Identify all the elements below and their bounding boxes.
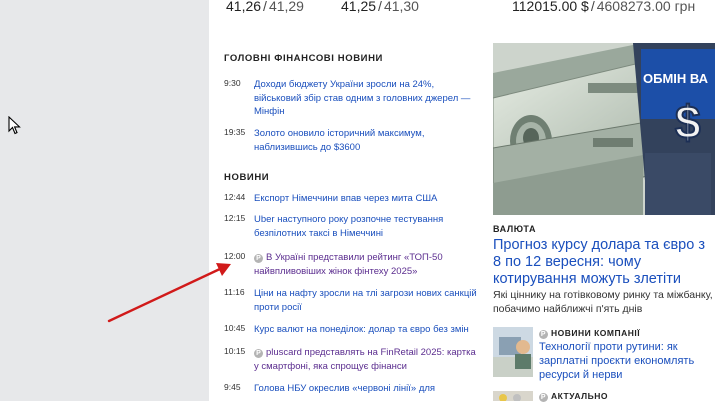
- news-link[interactable]: pluscard представлять на FinRetail 2025:…: [254, 347, 476, 372]
- sub-category-text: АКТУАЛЬНО: [551, 391, 608, 401]
- main-news-title: ГОЛОВНІ ФІНАНСОВІ НОВИНИ: [224, 53, 383, 64]
- rate-crypto: 112015.00 $/4608273.00 грн: [512, 0, 696, 14]
- page-left-gutter: [0, 0, 209, 401]
- news-thumbnail[interactable]: [493, 391, 533, 401]
- news-link[interactable]: Голова НБУ окреслив «червоні лінії» для: [254, 382, 480, 396]
- news-text-wrap: Ppluscard представлять на FinRetail 2025…: [254, 346, 480, 373]
- news-link[interactable]: Uber наступного року розпочне тестування…: [254, 213, 480, 240]
- news-time: 19:35: [224, 127, 246, 137]
- rate-buy: 41,26: [226, 0, 262, 14]
- sub-category-text: НОВИНИ КОМПАНІЇ: [551, 328, 641, 338]
- featured-photo[interactable]: ОБМІН ВА $: [493, 43, 715, 215]
- mouse-cursor-icon: [8, 116, 21, 135]
- rate-buy: 112015.00 $: [512, 0, 589, 14]
- news-link[interactable]: Експорт Німеччини впав через мита США: [254, 192, 480, 206]
- money-exchange-photo: ОБМІН ВА $: [493, 43, 715, 215]
- news-time: 11:16: [224, 287, 245, 297]
- news-link[interactable]: Доходи бюджету України зросли на 24%, ві…: [254, 78, 480, 119]
- news-text-wrap: PВ Україні представили рейтинг «ТОП-50 н…: [254, 251, 480, 278]
- rate-usd: 41,26/41,29: [226, 0, 304, 14]
- svg-text:$: $: [675, 96, 701, 148]
- news-time: 10:15: [224, 346, 246, 356]
- news-time: 12:15: [224, 213, 246, 223]
- news-time: 12:44: [224, 192, 246, 202]
- rate-sell: 41,30: [383, 0, 419, 14]
- news-thumbnail[interactable]: [493, 327, 533, 377]
- news-section-title: НОВИНИ: [224, 172, 270, 183]
- news-link[interactable]: Ціни на нафту зросли на тлі загрози нови…: [254, 287, 480, 314]
- sub-news-title[interactable]: Технології проти рутини: як зарплатні пр…: [539, 340, 715, 382]
- news-time: 12:00: [224, 251, 246, 261]
- rate-buy: 41,25: [341, 0, 377, 14]
- featured-category[interactable]: ВАЛЮТА: [493, 224, 536, 234]
- news-time: 9:30: [224, 78, 241, 88]
- news-link[interactable]: Золото оновило історичний максимум, набл…: [254, 127, 480, 154]
- rate-eur: 41,25/41,30: [341, 0, 419, 14]
- rate-sell: 4608273.00 грн: [596, 0, 696, 14]
- featured-lead: Які ціннику на готівковому ринку та міжб…: [493, 289, 713, 315]
- company-news-label: P НОВИНИ КОМПАНІЇ: [539, 328, 640, 339]
- news-time: 10:45: [224, 323, 246, 333]
- news-link[interactable]: В Україні представили рейтинг «ТОП-50 на…: [254, 252, 443, 277]
- featured-headline[interactable]: Прогноз курсу долара та євро з 8 по 12 в…: [493, 237, 715, 288]
- actual-label: P АКТУАЛЬНО: [539, 391, 608, 402]
- promo-badge-icon: P: [539, 330, 548, 339]
- promo-badge-icon: P: [254, 254, 263, 263]
- news-link[interactable]: Курс валют на понеділок: долар та євро б…: [254, 323, 480, 337]
- rate-sell: 41,29: [268, 0, 304, 14]
- photo-sign-text: ОБМІН ВА: [643, 71, 709, 86]
- news-time: 9:45: [224, 382, 241, 392]
- promo-badge-icon: P: [254, 349, 263, 358]
- exchange-rates-strip: 41,26/41,29 41,25/41,30 112015.00 $/4608…: [226, 0, 715, 18]
